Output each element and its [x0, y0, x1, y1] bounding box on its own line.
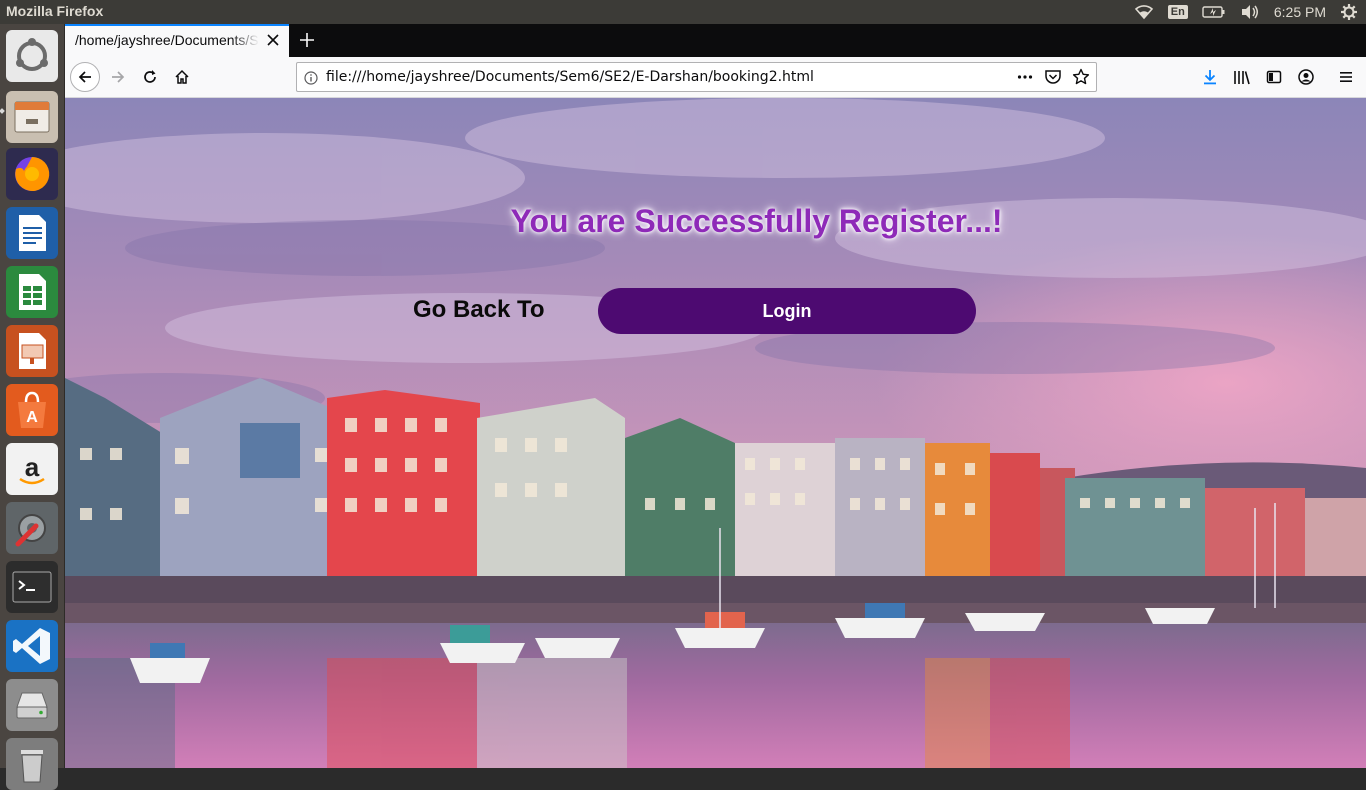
ubuntu-dash-icon[interactable] — [6, 30, 58, 82]
back-arrow-icon — [78, 71, 91, 83]
wifi-icon[interactable] — [1134, 4, 1154, 20]
volume-icon[interactable] — [1240, 4, 1260, 20]
menu-button[interactable] — [1332, 63, 1360, 91]
library-button[interactable] — [1228, 63, 1256, 91]
new-tab-icon[interactable] — [298, 31, 316, 49]
terminal-icon[interactable] — [6, 561, 58, 613]
close-tab-icon[interactable] — [265, 32, 281, 48]
app-title: Mozilla Firefox — [6, 3, 104, 19]
nav-toolbar: file:///home/jayshree/Documents/Sem6/SE2… — [65, 57, 1366, 98]
harbor-background-image — [65, 98, 1366, 768]
forward-arrow-icon — [112, 71, 125, 83]
go-back-label: Go Back To — [413, 296, 545, 323]
system-settings-icon[interactable] — [6, 502, 58, 554]
bookmark-star-icon[interactable] — [1072, 68, 1090, 90]
amazon-icon[interactable]: a — [6, 443, 58, 495]
downloads-button[interactable] — [1196, 63, 1224, 91]
svg-text:A: A — [26, 409, 38, 426]
url-actions — [1016, 68, 1090, 90]
calc-icon[interactable] — [6, 266, 58, 318]
session-gear-icon[interactable] — [1340, 3, 1358, 21]
software-center-icon[interactable]: A — [6, 384, 58, 436]
system-tray: En 6:25 PM — [1134, 0, 1358, 24]
writer-icon[interactable] — [6, 207, 58, 259]
download-icon — [1204, 70, 1216, 85]
firefox-window: /home/jayshree/Documents/Sem6/SE2/E-Dars… — [65, 24, 1366, 768]
reload-button[interactable] — [136, 63, 164, 91]
page-content: You are Successfully Register...! Go Bac… — [65, 98, 1366, 768]
sidebar-icon — [1266, 70, 1282, 84]
home-icon — [175, 69, 189, 84]
tab-strip: /home/jayshree/Documents/Sem6/SE2/E-Dars… — [65, 24, 1366, 57]
vscode-icon[interactable] — [6, 620, 58, 672]
back-button[interactable] — [70, 62, 100, 92]
top-panel: Mozilla Firefox En 6:25 PM — [0, 0, 1366, 24]
impress-icon[interactable] — [6, 325, 58, 377]
keyboard-lang-indicator[interactable]: En — [1167, 5, 1188, 19]
trash-icon[interactable] — [6, 738, 58, 790]
sidebar-button[interactable] — [1260, 63, 1288, 91]
svg-text:a: a — [25, 452, 40, 482]
reload-icon — [144, 70, 156, 83]
running-indicator — [0, 108, 5, 114]
firefox-icon[interactable] — [6, 148, 58, 200]
pocket-icon[interactable] — [1044, 68, 1062, 90]
site-info-icon[interactable] — [304, 70, 318, 89]
tab-title: /home/jayshree/Documents/Sem6/SE2/E-Dars… — [75, 32, 259, 48]
tab-booking2[interactable]: /home/jayshree/Documents/Sem6/SE2/E-Dars… — [65, 24, 289, 57]
account-button[interactable] — [1292, 63, 1320, 91]
drive-icon[interactable] — [6, 679, 58, 731]
hamburger-menu-icon — [1340, 72, 1352, 82]
forward-button[interactable] — [104, 63, 132, 91]
clock[interactable]: 6:25 PM — [1274, 4, 1326, 20]
unity-launcher: A a — [0, 24, 72, 790]
account-icon — [1298, 69, 1314, 85]
files-icon[interactable] — [6, 91, 58, 143]
url-bar[interactable]: file:///home/jayshree/Documents/Sem6/SE2… — [296, 62, 1097, 92]
login-button[interactable]: Login — [598, 288, 976, 334]
library-icon — [1234, 71, 1250, 85]
url-text[interactable]: file:///home/jayshree/Documents/Sem6/SE2… — [326, 69, 814, 85]
home-button[interactable] — [168, 63, 196, 91]
battery-icon[interactable] — [1202, 5, 1226, 19]
success-headline: You are Successfully Register...! — [510, 203, 1003, 239]
page-actions-icon[interactable] — [1016, 68, 1034, 90]
